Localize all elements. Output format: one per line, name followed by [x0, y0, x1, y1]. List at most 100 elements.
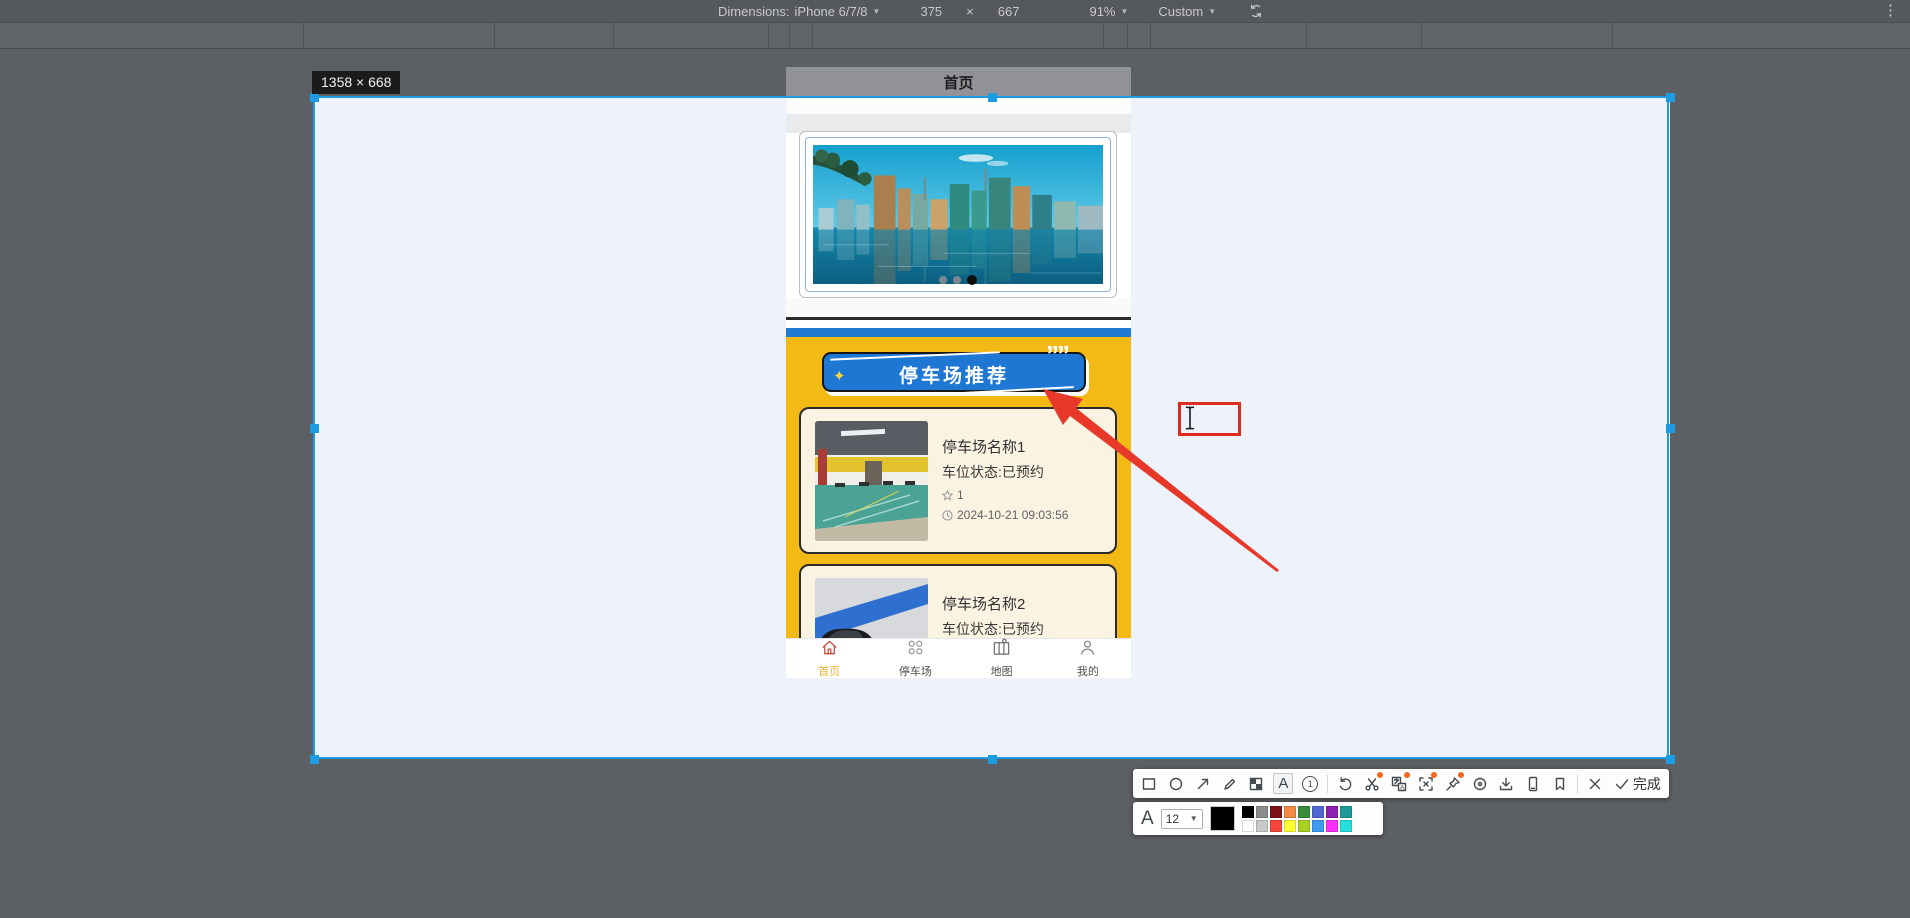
- ruler-tick: [303, 23, 304, 48]
- ruler-tick: [789, 23, 790, 48]
- color-swatch[interactable]: [1325, 819, 1338, 832]
- carousel-indicators[interactable]: [806, 275, 1110, 285]
- throttling-value: Custom: [1158, 3, 1204, 19]
- color-swatch[interactable]: [1297, 819, 1310, 832]
- rectangle-tool[interactable]: [1139, 773, 1159, 794]
- throttling-selector[interactable]: Custom ▼: [1158, 4, 1216, 19]
- current-color-swatch: [1209, 806, 1235, 831]
- notification-dot: [1403, 772, 1410, 778]
- cut-tool[interactable]: [1362, 772, 1383, 794]
- tab-label: 停车场: [898, 666, 932, 678]
- more-vertical-icon[interactable]: ⋮: [1883, 1, 1898, 19]
- ocr-tool[interactable]: [1416, 772, 1437, 794]
- close-tool[interactable]: [1585, 773, 1605, 794]
- viewport-width-value: 375: [920, 3, 943, 19]
- arrow-tool[interactable]: [1193, 773, 1213, 794]
- done-label: 完成: [1632, 775, 1661, 792]
- section-gap: [786, 320, 1131, 328]
- tab-label: 首页: [818, 666, 841, 678]
- undo-tool[interactable]: [1335, 773, 1355, 794]
- parking-status: 车位状态:已预约: [942, 464, 1044, 480]
- download-tool[interactable]: [1496, 773, 1516, 794]
- image-carousel[interactable]: [799, 131, 1117, 298]
- color-swatch[interactable]: [1269, 819, 1282, 832]
- rotate-device-icon[interactable]: [1248, 3, 1264, 19]
- text-tool[interactable]: A: [1273, 773, 1294, 794]
- notification-dot: [1457, 772, 1464, 778]
- selection-handle[interactable]: [310, 424, 319, 433]
- quote-icon: ””: [1046, 340, 1070, 370]
- parking-card[interactable]: 停车场名称1 车位状态:已预约 1 2024-10-21 09:03:56: [799, 407, 1117, 554]
- selection-handle[interactable]: [1666, 93, 1675, 102]
- page-title: 首页: [786, 67, 1131, 97]
- number-tool[interactable]: 1: [1300, 773, 1320, 794]
- color-swatch[interactable]: [1241, 819, 1254, 832]
- device-selector[interactable]: Dimensions: iPhone 6/7/8 ▼: [718, 4, 880, 19]
- tab-label: 地图: [990, 666, 1013, 678]
- banner-title: 停车场推荐: [898, 366, 1009, 387]
- selection-handle[interactable]: [1666, 755, 1675, 764]
- home-icon: [820, 638, 839, 662]
- selection-handle[interactable]: [988, 93, 997, 102]
- tab-停车场[interactable]: 停车场: [872, 639, 958, 678]
- tab-我的[interactable]: 我的: [1045, 639, 1131, 678]
- font-icon: A: [1141, 807, 1154, 829]
- parking-grid-icon: [906, 638, 925, 662]
- selection-handle[interactable]: [310, 755, 319, 764]
- notification-dot: [1376, 772, 1383, 778]
- font-size-select[interactable]: 12 ▼: [1160, 808, 1203, 829]
- color-swatch[interactable]: [1311, 819, 1324, 832]
- red-rectangle-annotation[interactable]: [1178, 402, 1241, 436]
- color-swatch[interactable]: [1339, 819, 1352, 832]
- time-value: 2024-10-21 09:03:56: [957, 508, 1069, 522]
- bookmark-tool[interactable]: [1550, 773, 1570, 794]
- color-swatch[interactable]: [1325, 805, 1338, 818]
- color-swatch[interactable]: [1255, 819, 1268, 832]
- viewport-height-field[interactable]: 667: [998, 4, 1020, 19]
- blue-divider-bar: [786, 328, 1131, 337]
- recommend-section: ✦ 停车场推荐 ”” 停车场名称1 车位状态:已预约 1 2024-10-21 …: [786, 337, 1131, 638]
- tab-地图[interactable]: 地图: [959, 638, 1045, 678]
- selection-handle[interactable]: [988, 755, 997, 764]
- color-swatch[interactable]: [1241, 805, 1254, 818]
- device-viewport: ✦ 停车场推荐 ”” 停车场名称1 车位状态:已预约 1 2024-10-21 …: [786, 97, 1131, 678]
- device-name: iPhone 6/7/8: [794, 3, 868, 19]
- pin-tool[interactable]: [1443, 772, 1464, 794]
- chevron-down-icon: ▼: [1189, 814, 1198, 823]
- chevron-down-icon: ▼: [872, 6, 881, 16]
- carousel-dot[interactable]: [967, 275, 977, 285]
- ruler-tick: [1127, 23, 1128, 48]
- parking-card[interactable]: 停车场名称2 车位状态:已预约: [799, 564, 1117, 638]
- ellipse-tool[interactable]: [1166, 773, 1186, 794]
- device-tool[interactable]: [1523, 773, 1543, 794]
- pencil-tool[interactable]: [1220, 773, 1240, 794]
- text-style-palette: A 12 ▼: [1133, 802, 1383, 835]
- record-tool[interactable]: [1470, 773, 1490, 794]
- section-gap: [786, 298, 1131, 317]
- tab-bar: 首页 停车场 地图 我的: [786, 638, 1131, 678]
- zoom-selector[interactable]: 91% ▼: [1089, 4, 1128, 19]
- color-swatch[interactable]: [1339, 805, 1352, 818]
- tab-首页[interactable]: 首页: [786, 639, 872, 678]
- time-row: 2024-10-21 09:03:56: [942, 508, 1068, 522]
- color-swatch[interactable]: [1297, 805, 1310, 818]
- carousel-dot[interactable]: [953, 276, 961, 284]
- toolbar-divider: [1327, 774, 1329, 793]
- carousel-dot[interactable]: [939, 276, 947, 284]
- parking-car-photo: [815, 578, 928, 638]
- viewport-width-field[interactable]: 375: [920, 4, 942, 19]
- mosaic-tool[interactable]: [1247, 773, 1267, 794]
- selection-handle[interactable]: [310, 93, 319, 102]
- parking-name: 停车场名称1: [942, 439, 1026, 456]
- devtools-device-toolbar: Dimensions: iPhone 6/7/8 ▼ 375 × 667 91%…: [0, 0, 1910, 22]
- color-swatch[interactable]: [1283, 805, 1296, 818]
- color-swatch[interactable]: [1283, 819, 1296, 832]
- color-swatch[interactable]: [1269, 805, 1282, 818]
- translate-tool[interactable]: A: [1389, 772, 1410, 794]
- done-tool[interactable]: 完成: [1612, 773, 1663, 794]
- color-swatch[interactable]: [1255, 805, 1268, 818]
- selection-handle[interactable]: [1666, 424, 1675, 433]
- color-swatch[interactable]: [1311, 805, 1324, 818]
- parking-name: 停车场名称2: [942, 596, 1026, 613]
- star-icon: [942, 489, 953, 501]
